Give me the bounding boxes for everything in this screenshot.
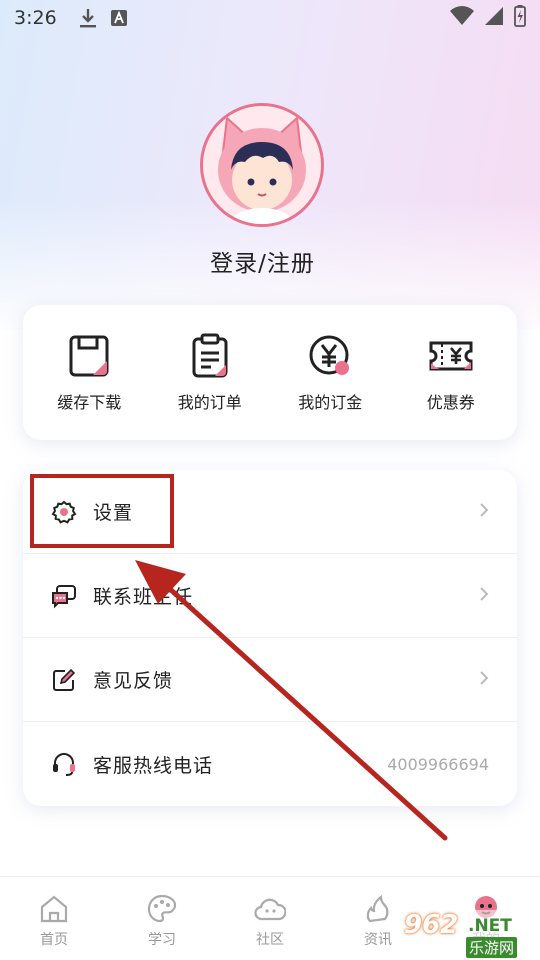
menu-label: 联系班主任 — [93, 586, 194, 608]
chevron-right-icon — [479, 502, 489, 522]
cat-hood-avatar-icon — [203, 106, 321, 224]
keyboard-a-icon — [110, 10, 127, 26]
avatar[interactable] — [200, 103, 324, 227]
login-register-link[interactable]: 登录/注册 — [0, 244, 525, 278]
chevron-right-icon — [479, 586, 489, 606]
tab-label: 社区 — [256, 932, 284, 948]
tab-label: 资讯 — [364, 932, 392, 948]
quick-actions-card: 缓存下载 我的订单 我的订金 优惠券 — [23, 305, 517, 440]
my-deposit-button[interactable]: 我的订金 — [275, 305, 385, 440]
menu-item-hotline[interactable]: 客服热线电话 4009966694 — [23, 722, 517, 806]
yen-coin-icon — [309, 335, 350, 375]
highlight-box — [30, 474, 174, 548]
status-time: 3:26 — [14, 7, 57, 29]
quick-label: 我的订单 — [177, 393, 242, 412]
menu-item-feedback[interactable]: 意见反馈 — [23, 638, 517, 722]
quick-label: 缓存下载 — [57, 393, 122, 412]
coupon-icon — [429, 341, 473, 371]
tab-study[interactable]: 学习 — [108, 877, 216, 960]
watermark-caption: 乐游网 — [466, 937, 518, 958]
menu-item-contact-teacher[interactable]: 联系班主任 — [23, 554, 517, 638]
my-orders-button[interactable]: 我的订单 — [155, 305, 265, 440]
headset-icon — [51, 751, 77, 777]
save-icon — [69, 335, 109, 377]
tab-label: 首页 — [40, 932, 68, 948]
tab-label: 学习 — [148, 932, 176, 948]
chevron-right-icon — [479, 670, 489, 690]
home-icon — [40, 895, 68, 923]
watermark: 962 .NET 乐游网 — [400, 910, 532, 958]
cache-download-button[interactable]: 缓存下载 — [34, 305, 144, 440]
coupon-button[interactable]: 优惠券 — [396, 305, 506, 440]
edit-icon — [51, 667, 77, 693]
menu-label: 意见反馈 — [93, 670, 174, 692]
wifi-icon — [450, 5, 474, 31]
clipboard-icon — [192, 333, 228, 378]
tab-home[interactable]: 首页 — [0, 877, 108, 960]
status-bar: 3:26 — [0, 0, 540, 36]
download-icon — [79, 8, 97, 28]
quick-label: 我的订金 — [298, 393, 363, 412]
quick-label: 优惠券 — [426, 393, 475, 412]
battery-icon — [514, 4, 526, 32]
tab-community[interactable]: 社区 — [216, 877, 324, 960]
signal-icon — [484, 6, 504, 31]
cloud-face-icon — [254, 898, 286, 921]
watermark-brand: 962 — [404, 910, 459, 940]
chat-icon — [51, 583, 77, 609]
hotline-number: 4009966694 — [387, 754, 489, 774]
palette-icon — [147, 894, 177, 923]
news-icon — [366, 894, 389, 923]
menu-label: 客服热线电话 — [93, 754, 214, 777]
watermark-suffix: .NET — [468, 916, 512, 936]
